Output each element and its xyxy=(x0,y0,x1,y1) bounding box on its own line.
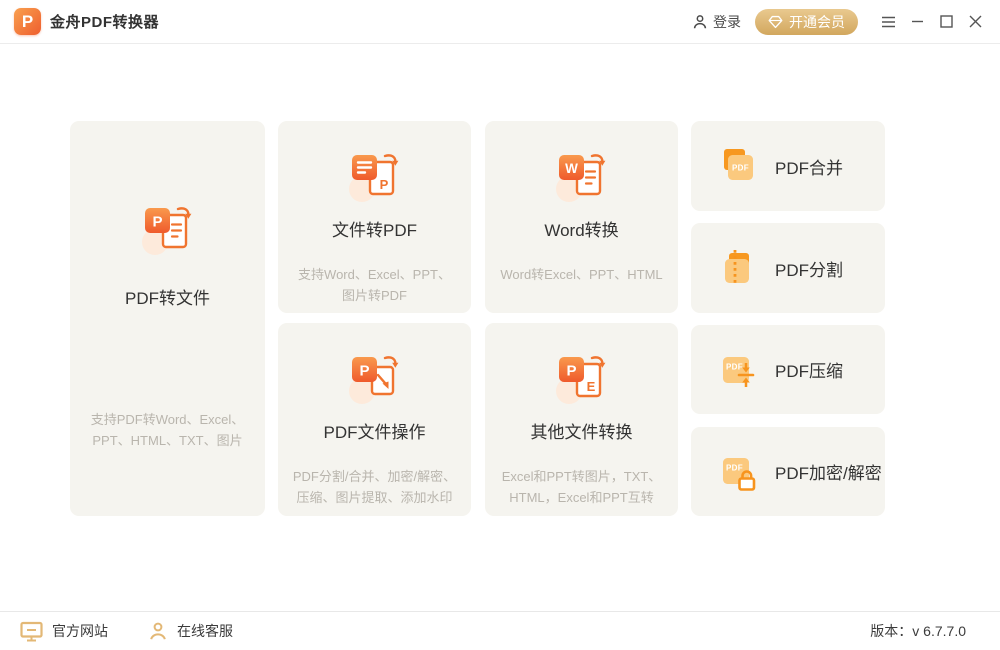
pdf-merge-icon: PDF xyxy=(719,147,757,185)
official-site-label: 官方网站 xyxy=(52,621,108,641)
card-title: PDF文件操作 xyxy=(324,418,426,443)
other-convert-icon: E P xyxy=(554,350,610,406)
minimize-icon xyxy=(911,15,924,28)
svg-text:P: P xyxy=(379,177,388,192)
diamond-icon xyxy=(768,15,783,29)
card-pdf-split[interactable]: PDF分割 xyxy=(691,223,885,313)
svg-text:P: P xyxy=(152,214,162,231)
support-person-icon xyxy=(148,621,168,641)
pdf-operations-icon: P xyxy=(347,350,403,406)
card-subtitle: Excel和PPT转图片，TXT、HTML，Excel和PPT互转 xyxy=(485,466,678,508)
card-pdf-compress[interactable]: PDF PDF压缩 xyxy=(691,325,885,414)
card-title: 文件转PDF xyxy=(332,216,417,241)
card-file-to-pdf[interactable]: P 文件转PDF 支持Word、Excel、PPT、图片转PDF xyxy=(278,121,471,313)
pdf-compress-icon: PDF xyxy=(719,351,757,389)
svg-text:P: P xyxy=(359,363,369,380)
monitor-icon xyxy=(20,621,43,642)
window-controls xyxy=(874,7,990,36)
title-bar: P 金舟PDF转换器 登录 开通会员 xyxy=(0,0,1000,44)
card-title: PDF加密/解密 xyxy=(775,459,882,484)
card-title: PDF合并 xyxy=(775,154,843,179)
card-subtitle: 支持PDF转Word、Excel、PPT、HTML、TXT、图片 xyxy=(70,409,265,451)
svg-text:PDF: PDF xyxy=(726,463,743,472)
app-title: 金舟PDF转换器 xyxy=(50,11,159,32)
card-title: PDF转文件 xyxy=(125,284,210,309)
card-subtitle: PDF分割/合并、加密/解密、压缩、图片提取、添加水印 xyxy=(278,466,471,508)
menu-button[interactable] xyxy=(874,7,903,36)
minimize-button[interactable] xyxy=(903,7,932,36)
hamburger-icon xyxy=(881,16,896,28)
pdf-split-icon xyxy=(719,249,757,287)
svg-text:E: E xyxy=(586,379,595,394)
close-icon xyxy=(969,15,982,28)
card-pdf-operations[interactable]: P PDF文件操作 PDF分割/合并、加密/解密、压缩、图片提取、添加水印 xyxy=(278,323,471,516)
card-title: PDF分割 xyxy=(775,256,843,281)
login-label: 登录 xyxy=(713,12,741,32)
word-convert-icon: W xyxy=(554,148,610,204)
card-subtitle: Word转Excel、PPT、HTML xyxy=(486,264,676,285)
online-support-label: 在线客服 xyxy=(177,621,233,641)
app-logo-icon: P xyxy=(14,8,41,35)
card-title: 其他文件转换 xyxy=(531,418,633,443)
vip-label: 开通会员 xyxy=(789,12,845,32)
vip-button[interactable]: 开通会员 xyxy=(755,9,858,35)
user-icon xyxy=(692,14,708,30)
maximize-button[interactable] xyxy=(932,7,961,36)
card-other-convert[interactable]: E P 其他文件转换 Excel和PPT转图片，TXT、HTML，Excel和P… xyxy=(485,323,678,516)
svg-text:PDF: PDF xyxy=(726,362,743,371)
footer-bar: 官方网站 在线客服 版本：v 6.7.7.0 xyxy=(0,611,1000,650)
card-subtitle: 支持Word、Excel、PPT、图片转PDF xyxy=(278,264,471,306)
svg-text:W: W xyxy=(565,161,578,176)
app-window: P 金舟PDF转换器 登录 开通会员 xyxy=(0,0,1000,650)
close-button[interactable] xyxy=(961,7,990,36)
card-title: PDF压缩 xyxy=(775,357,843,382)
pdf-to-file-icon: P xyxy=(140,201,196,257)
maximize-icon xyxy=(940,15,953,28)
card-title: Word转换 xyxy=(544,216,618,241)
svg-text:P: P xyxy=(566,363,576,380)
card-pdf-merge[interactable]: PDF PDF合并 xyxy=(691,121,885,211)
card-pdf-encrypt[interactable]: PDF PDF加密/解密 xyxy=(691,427,885,516)
official-site-link[interactable]: 官方网站 xyxy=(20,621,108,642)
login-button[interactable]: 登录 xyxy=(692,12,741,32)
file-to-pdf-icon: P xyxy=(347,148,403,204)
card-word-convert[interactable]: W Word转换 Word转Excel、PPT、HTML xyxy=(485,121,678,313)
version-label: 版本：v 6.7.7.0 xyxy=(870,621,966,641)
svg-text:PDF: PDF xyxy=(732,164,749,173)
online-support-link[interactable]: 在线客服 xyxy=(148,621,233,641)
pdf-encrypt-icon: PDF xyxy=(719,453,757,491)
card-pdf-to-file[interactable]: P PDF转文件 支持PDF转Word、Excel、PPT、HTML、TXT、图… xyxy=(70,121,265,516)
